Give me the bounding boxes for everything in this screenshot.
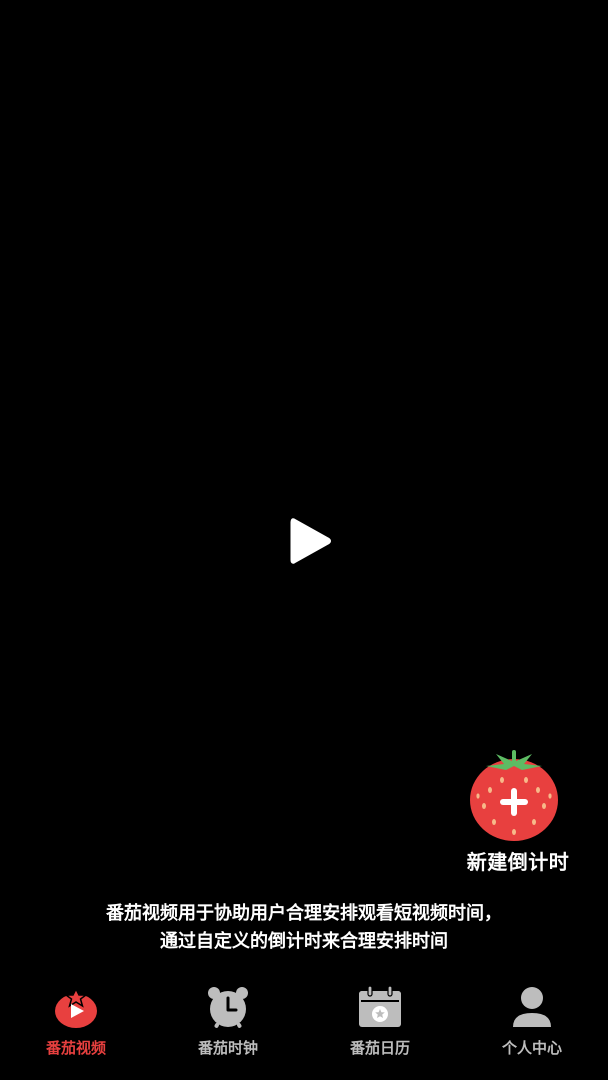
new-countdown-label: 新建倒计时: [466, 850, 570, 874]
play-icon: [290, 518, 331, 564]
tab-label: 番茄日历: [349, 1039, 410, 1057]
tab-personal-center[interactable]: 个人中心: [456, 975, 608, 1080]
tab-tomato-calendar[interactable]: 番茄日历: [304, 975, 456, 1080]
tab-tomato-video[interactable]: 番茄视频: [0, 975, 152, 1080]
app-description: 番茄视频用于协助用户合理安排观看短视频时间， 通过自定义的倒计时来合理安排时间: [30, 900, 578, 956]
bottom-tab-bar: 番茄视频 番茄时钟 番茄日历 个人中心: [0, 975, 608, 1080]
calendar-icon: [356, 985, 404, 1029]
person-icon: [508, 985, 556, 1029]
tab-label: 个人中心: [501, 1039, 562, 1057]
play-button[interactable]: [284, 514, 336, 568]
description-line-1: 番茄视频用于协助用户合理安排观看短视频时间，: [106, 903, 502, 924]
tomato-play-icon: [52, 985, 100, 1029]
tab-tomato-clock[interactable]: 番茄时钟: [152, 975, 304, 1080]
description-line-2: 通过自定义的倒计时来合理安排时间: [160, 931, 448, 952]
tab-label: 番茄时钟: [197, 1039, 258, 1057]
alarm-clock-icon: [204, 985, 252, 1029]
tomato-plus-icon: [466, 744, 566, 844]
new-countdown-button[interactable]: 新建倒计时: [448, 744, 588, 878]
app-screen: 新建倒计时 番茄视频用于协助用户合理安排观看短视频时间， 通过自定义的倒计时来合…: [0, 0, 608, 1080]
tab-label: 番茄视频: [45, 1039, 106, 1057]
